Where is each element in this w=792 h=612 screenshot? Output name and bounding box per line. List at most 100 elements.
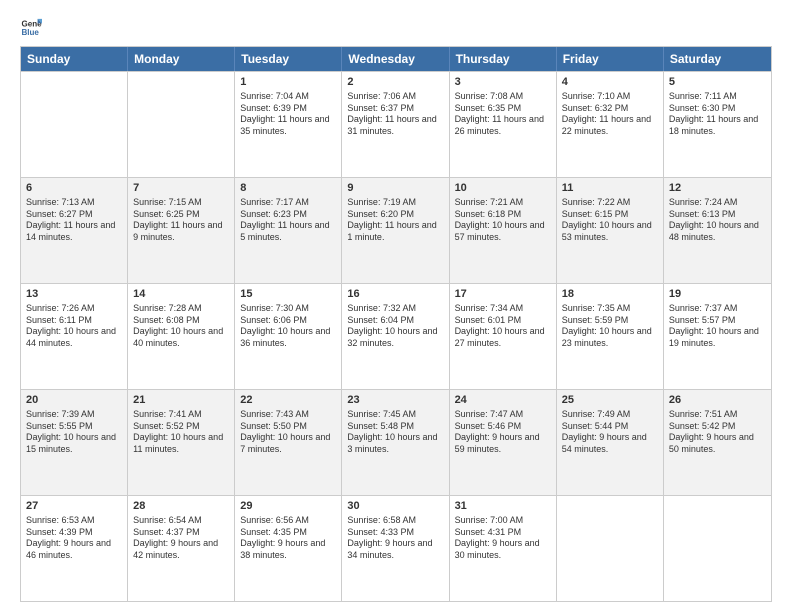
calendar-cell: 8Sunrise: 7:17 AM Sunset: 6:23 PM Daylig… <box>235 178 342 283</box>
calendar-cell: 11Sunrise: 7:22 AM Sunset: 6:15 PM Dayli… <box>557 178 664 283</box>
day-number: 21 <box>133 393 229 408</box>
day-number: 10 <box>455 181 551 196</box>
day-number: 18 <box>562 287 658 302</box>
calendar-cell: 23Sunrise: 7:45 AM Sunset: 5:48 PM Dayli… <box>342 390 449 495</box>
cell-info: Sunrise: 7:35 AM Sunset: 5:59 PM Dayligh… <box>562 303 658 350</box>
calendar-cell: 2Sunrise: 7:06 AM Sunset: 6:37 PM Daylig… <box>342 72 449 177</box>
day-header-saturday: Saturday <box>664 47 771 71</box>
day-number: 25 <box>562 393 658 408</box>
calendar-body: 1Sunrise: 7:04 AM Sunset: 6:39 PM Daylig… <box>21 71 771 601</box>
day-number: 1 <box>240 75 336 90</box>
cell-info: Sunrise: 7:49 AM Sunset: 5:44 PM Dayligh… <box>562 409 658 456</box>
cell-info: Sunrise: 7:47 AM Sunset: 5:46 PM Dayligh… <box>455 409 551 456</box>
calendar-cell: 16Sunrise: 7:32 AM Sunset: 6:04 PM Dayli… <box>342 284 449 389</box>
cell-info: Sunrise: 7:51 AM Sunset: 5:42 PM Dayligh… <box>669 409 766 456</box>
day-header-monday: Monday <box>128 47 235 71</box>
cell-info: Sunrise: 7:39 AM Sunset: 5:55 PM Dayligh… <box>26 409 122 456</box>
calendar-row-2: 6Sunrise: 7:13 AM Sunset: 6:27 PM Daylig… <box>21 177 771 283</box>
cell-info: Sunrise: 7:30 AM Sunset: 6:06 PM Dayligh… <box>240 303 336 350</box>
day-header-tuesday: Tuesday <box>235 47 342 71</box>
day-number: 13 <box>26 287 122 302</box>
day-number: 4 <box>562 75 658 90</box>
calendar-row-3: 13Sunrise: 7:26 AM Sunset: 6:11 PM Dayli… <box>21 283 771 389</box>
cell-info: Sunrise: 6:58 AM Sunset: 4:33 PM Dayligh… <box>347 515 443 562</box>
day-number: 2 <box>347 75 443 90</box>
calendar-cell: 28Sunrise: 6:54 AM Sunset: 4:37 PM Dayli… <box>128 496 235 601</box>
calendar-cell: 20Sunrise: 7:39 AM Sunset: 5:55 PM Dayli… <box>21 390 128 495</box>
calendar-cell: 22Sunrise: 7:43 AM Sunset: 5:50 PM Dayli… <box>235 390 342 495</box>
cell-info: Sunrise: 7:11 AM Sunset: 6:30 PM Dayligh… <box>669 91 766 138</box>
calendar: SundayMondayTuesdayWednesdayThursdayFrid… <box>20 46 772 602</box>
logo: General Blue <box>20 16 46 38</box>
cell-info: Sunrise: 7:41 AM Sunset: 5:52 PM Dayligh… <box>133 409 229 456</box>
day-number: 29 <box>240 499 336 514</box>
calendar-row-5: 27Sunrise: 6:53 AM Sunset: 4:39 PM Dayli… <box>21 495 771 601</box>
day-number: 30 <box>347 499 443 514</box>
day-header-thursday: Thursday <box>450 47 557 71</box>
calendar-cell <box>557 496 664 601</box>
cell-info: Sunrise: 7:15 AM Sunset: 6:25 PM Dayligh… <box>133 197 229 244</box>
day-header-wednesday: Wednesday <box>342 47 449 71</box>
day-number: 17 <box>455 287 551 302</box>
cell-info: Sunrise: 7:24 AM Sunset: 6:13 PM Dayligh… <box>669 197 766 244</box>
day-number: 7 <box>133 181 229 196</box>
calendar-cell: 21Sunrise: 7:41 AM Sunset: 5:52 PM Dayli… <box>128 390 235 495</box>
cell-info: Sunrise: 7:28 AM Sunset: 6:08 PM Dayligh… <box>133 303 229 350</box>
calendar-cell: 31Sunrise: 7:00 AM Sunset: 4:31 PM Dayli… <box>450 496 557 601</box>
calendar-cell: 3Sunrise: 7:08 AM Sunset: 6:35 PM Daylig… <box>450 72 557 177</box>
calendar-cell <box>664 496 771 601</box>
cell-info: Sunrise: 7:08 AM Sunset: 6:35 PM Dayligh… <box>455 91 551 138</box>
day-number: 19 <box>669 287 766 302</box>
cell-info: Sunrise: 7:45 AM Sunset: 5:48 PM Dayligh… <box>347 409 443 456</box>
day-number: 31 <box>455 499 551 514</box>
calendar-cell: 17Sunrise: 7:34 AM Sunset: 6:01 PM Dayli… <box>450 284 557 389</box>
day-header-sunday: Sunday <box>21 47 128 71</box>
calendar-cell: 12Sunrise: 7:24 AM Sunset: 6:13 PM Dayli… <box>664 178 771 283</box>
day-number: 3 <box>455 75 551 90</box>
calendar-cell: 27Sunrise: 6:53 AM Sunset: 4:39 PM Dayli… <box>21 496 128 601</box>
calendar-cell: 13Sunrise: 7:26 AM Sunset: 6:11 PM Dayli… <box>21 284 128 389</box>
cell-info: Sunrise: 6:54 AM Sunset: 4:37 PM Dayligh… <box>133 515 229 562</box>
calendar-row-1: 1Sunrise: 7:04 AM Sunset: 6:39 PM Daylig… <box>21 71 771 177</box>
day-number: 16 <box>347 287 443 302</box>
day-number: 12 <box>669 181 766 196</box>
day-number: 24 <box>455 393 551 408</box>
day-number: 27 <box>26 499 122 514</box>
cell-info: Sunrise: 7:19 AM Sunset: 6:20 PM Dayligh… <box>347 197 443 244</box>
cell-info: Sunrise: 7:21 AM Sunset: 6:18 PM Dayligh… <box>455 197 551 244</box>
calendar-header: SundayMondayTuesdayWednesdayThursdayFrid… <box>21 47 771 71</box>
day-number: 9 <box>347 181 443 196</box>
day-number: 11 <box>562 181 658 196</box>
cell-info: Sunrise: 7:10 AM Sunset: 6:32 PM Dayligh… <box>562 91 658 138</box>
day-number: 22 <box>240 393 336 408</box>
cell-info: Sunrise: 7:43 AM Sunset: 5:50 PM Dayligh… <box>240 409 336 456</box>
calendar-row-4: 20Sunrise: 7:39 AM Sunset: 5:55 PM Dayli… <box>21 389 771 495</box>
cell-info: Sunrise: 7:32 AM Sunset: 6:04 PM Dayligh… <box>347 303 443 350</box>
cell-info: Sunrise: 7:37 AM Sunset: 5:57 PM Dayligh… <box>669 303 766 350</box>
day-number: 28 <box>133 499 229 514</box>
day-number: 5 <box>669 75 766 90</box>
calendar-cell: 24Sunrise: 7:47 AM Sunset: 5:46 PM Dayli… <box>450 390 557 495</box>
day-number: 15 <box>240 287 336 302</box>
calendar-cell <box>128 72 235 177</box>
page-header: General Blue <box>20 16 772 38</box>
day-number: 14 <box>133 287 229 302</box>
cell-info: Sunrise: 6:53 AM Sunset: 4:39 PM Dayligh… <box>26 515 122 562</box>
cell-info: Sunrise: 7:22 AM Sunset: 6:15 PM Dayligh… <box>562 197 658 244</box>
day-number: 8 <box>240 181 336 196</box>
calendar-cell: 9Sunrise: 7:19 AM Sunset: 6:20 PM Daylig… <box>342 178 449 283</box>
calendar-cell: 18Sunrise: 7:35 AM Sunset: 5:59 PM Dayli… <box>557 284 664 389</box>
calendar-cell: 1Sunrise: 7:04 AM Sunset: 6:39 PM Daylig… <box>235 72 342 177</box>
calendar-cell: 30Sunrise: 6:58 AM Sunset: 4:33 PM Dayli… <box>342 496 449 601</box>
calendar-cell: 5Sunrise: 7:11 AM Sunset: 6:30 PM Daylig… <box>664 72 771 177</box>
day-number: 6 <box>26 181 122 196</box>
cell-info: Sunrise: 6:56 AM Sunset: 4:35 PM Dayligh… <box>240 515 336 562</box>
calendar-cell: 6Sunrise: 7:13 AM Sunset: 6:27 PM Daylig… <box>21 178 128 283</box>
calendar-cell: 14Sunrise: 7:28 AM Sunset: 6:08 PM Dayli… <box>128 284 235 389</box>
svg-text:Blue: Blue <box>21 28 39 37</box>
calendar-cell: 29Sunrise: 6:56 AM Sunset: 4:35 PM Dayli… <box>235 496 342 601</box>
calendar-cell: 25Sunrise: 7:49 AM Sunset: 5:44 PM Dayli… <box>557 390 664 495</box>
calendar-cell: 15Sunrise: 7:30 AM Sunset: 6:06 PM Dayli… <box>235 284 342 389</box>
logo-icon: General Blue <box>20 16 42 38</box>
calendar-cell: 7Sunrise: 7:15 AM Sunset: 6:25 PM Daylig… <box>128 178 235 283</box>
